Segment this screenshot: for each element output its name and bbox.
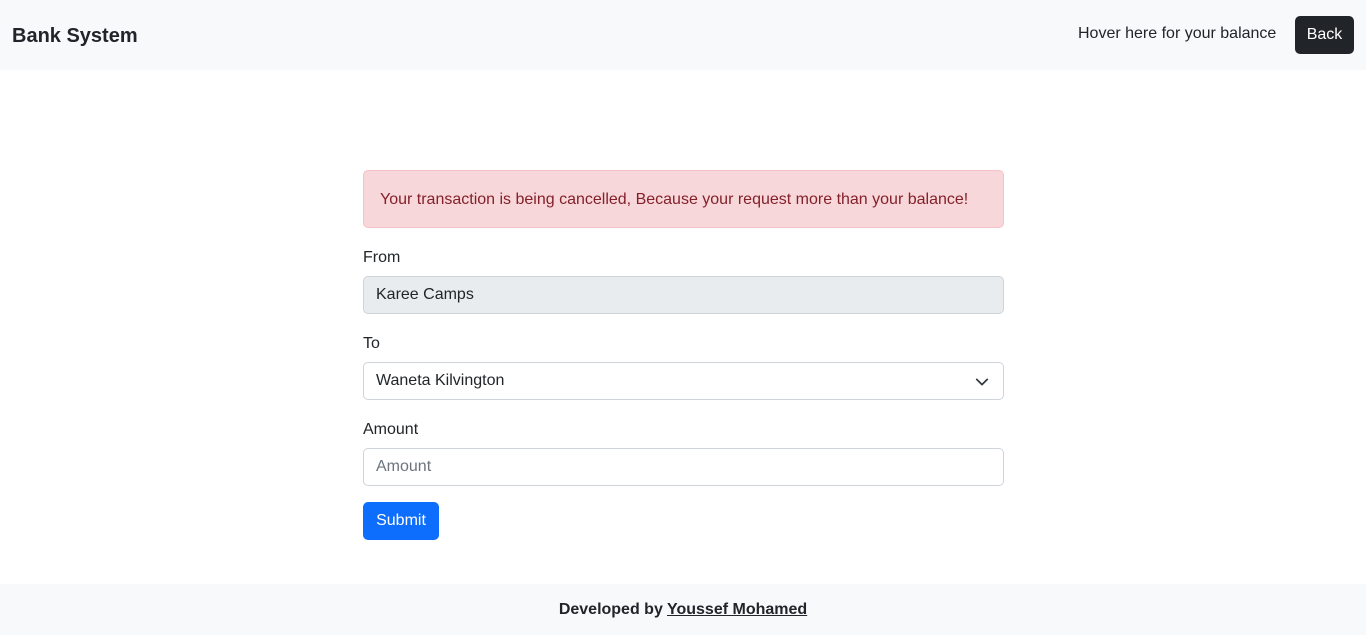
from-label: From bbox=[363, 249, 401, 266]
footer-prefix: Developed by bbox=[558, 601, 667, 618]
to-label: To bbox=[363, 335, 380, 352]
footer: Developed by Youssef Mohamed bbox=[0, 584, 1366, 635]
submit-button[interactable]: Submit bbox=[363, 502, 439, 540]
author-link[interactable]: Youssef Mohamed bbox=[667, 601, 807, 618]
to-select-value: Waneta Kilvington bbox=[376, 372, 505, 389]
from-field: Karee Camps bbox=[363, 276, 1004, 314]
back-button[interactable]: Back bbox=[1295, 16, 1354, 54]
chevron-down-icon bbox=[975, 378, 989, 386]
amount-input[interactable] bbox=[363, 448, 1004, 486]
error-alert: Your transaction is being cancelled, Bec… bbox=[363, 170, 1004, 228]
to-select[interactable]: Waneta Kilvington bbox=[363, 362, 1004, 400]
transfer-form-container: Your transaction is being cancelled, Bec… bbox=[363, 170, 1004, 540]
brand-title[interactable]: Bank System bbox=[12, 24, 138, 48]
amount-label: Amount bbox=[363, 421, 419, 438]
balance-hover-link[interactable]: Hover here for your balance bbox=[1078, 24, 1276, 44]
navbar: Bank System Hover here for your balance … bbox=[0, 0, 1366, 70]
